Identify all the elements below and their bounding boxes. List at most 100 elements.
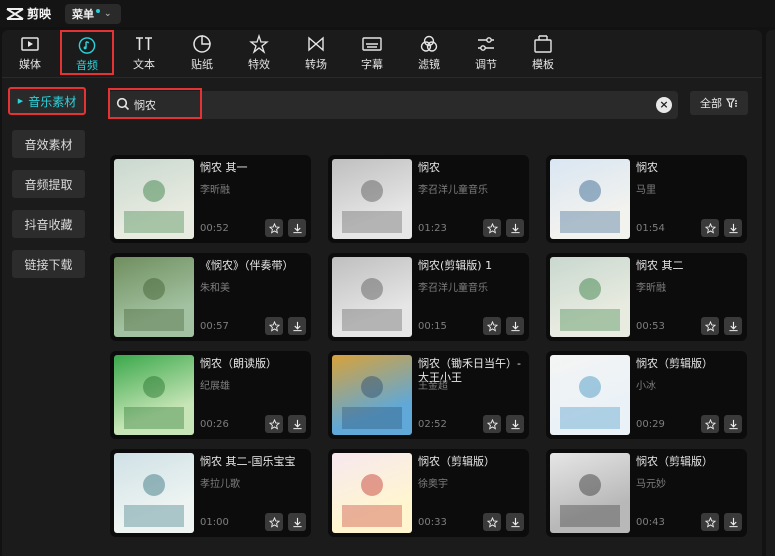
download-icon — [510, 321, 520, 331]
favorite-button[interactable] — [483, 317, 501, 335]
album-cover — [332, 355, 412, 435]
download-button[interactable] — [288, 317, 306, 335]
clear-search-icon[interactable]: × — [656, 97, 672, 113]
cover-art-image — [124, 474, 184, 527]
track-artist: 纪展雄 — [200, 381, 230, 392]
sidebar-item-audio-extract[interactable]: 音频提取 — [12, 170, 85, 198]
star-icon — [486, 418, 498, 430]
tab-transition[interactable]: 转场 — [292, 30, 340, 75]
search-input[interactable] — [134, 96, 634, 114]
favorite-button[interactable] — [701, 317, 719, 335]
tab-caption[interactable]: 字幕 — [348, 30, 396, 75]
tab-media[interactable]: 媒体 — [6, 30, 54, 75]
download-button[interactable] — [724, 513, 742, 531]
track-title: 悯农 其一 — [200, 161, 248, 174]
track-duration: 01:54 — [636, 223, 665, 234]
download-icon — [292, 223, 302, 233]
result-card[interactable]: 悯农（剪辑版） 小冰 00:29 — [546, 351, 747, 439]
favorite-button[interactable] — [701, 415, 719, 433]
favorite-button[interactable] — [265, 219, 283, 237]
result-card[interactable]: 悯农 马里 01:54 — [546, 155, 747, 243]
star-icon — [704, 418, 716, 430]
download-button[interactable] — [506, 317, 524, 335]
track-duration: 00:52 — [200, 223, 229, 234]
filter-button[interactable]: 全部 — [690, 91, 748, 115]
result-card[interactable]: 悯农 李召洋儿童音乐 01:23 — [328, 155, 529, 243]
download-button[interactable] — [724, 219, 742, 237]
download-icon — [510, 517, 520, 527]
result-card[interactable]: 《悯农》（伴奏带） 朱和美 00:57 — [110, 253, 311, 341]
download-button[interactable] — [724, 415, 742, 433]
tab-label: 调节 — [475, 58, 497, 71]
favorite-button[interactable] — [265, 513, 283, 531]
download-button[interactable] — [288, 219, 306, 237]
tab-text[interactable]: 文本 — [120, 30, 168, 75]
favorite-button[interactable] — [701, 513, 719, 531]
album-cover — [550, 257, 630, 337]
favorite-button[interactable] — [265, 317, 283, 335]
star-icon — [268, 222, 280, 234]
cover-art-image — [342, 278, 402, 331]
sidebar-item-douyin-favorites[interactable]: 抖音收藏 — [12, 210, 85, 238]
tab-audio[interactable]: 音频 — [60, 30, 114, 75]
track-artist: 孝拉儿歌 — [200, 479, 240, 490]
album-cover — [114, 159, 194, 239]
result-card[interactable]: 悯农 其一 李昕融 00:52 — [110, 155, 311, 243]
tab-template[interactable]: 模板 — [519, 30, 567, 75]
result-card[interactable]: 悯农 其二 李昕融 00:53 — [546, 253, 747, 341]
star-icon — [486, 516, 498, 528]
favorite-button[interactable] — [483, 513, 501, 531]
album-cover — [332, 159, 412, 239]
tab-effects[interactable]: 特效 — [235, 30, 283, 75]
download-button[interactable] — [724, 317, 742, 335]
download-button[interactable] — [288, 513, 306, 531]
download-button[interactable] — [288, 415, 306, 433]
track-title: 悯农 — [418, 161, 440, 174]
download-button[interactable] — [506, 219, 524, 237]
tab-label: 字幕 — [361, 58, 383, 71]
tab-label: 模板 — [532, 58, 554, 71]
track-duration: 01:00 — [200, 517, 229, 528]
sticker-icon — [193, 35, 211, 53]
download-icon — [292, 321, 302, 331]
track-title: 悯农（剪辑版） — [636, 357, 713, 370]
cover-art-image — [560, 474, 620, 527]
favorite-button[interactable] — [483, 219, 501, 237]
result-card[interactable]: 悯农 其二-国乐宝宝 孝拉儿歌 01:00 — [110, 449, 311, 537]
sidebar-item-link-download[interactable]: 链接下载 — [12, 250, 85, 278]
sidebar-item-label: 链接下载 — [24, 257, 73, 272]
menu-button[interactable]: 菜单 ⌄ — [65, 3, 122, 24]
result-card[interactable]: 悯农(剪辑版) 1 李召洋儿童音乐 00:15 — [328, 253, 529, 341]
result-card[interactable]: 悯农（剪辑版） 徐奥宇 00:33 — [328, 449, 529, 537]
download-button[interactable] — [506, 513, 524, 531]
tab-label: 滤镜 — [418, 58, 440, 71]
tab-filter[interactable]: 滤镜 — [405, 30, 453, 75]
result-card[interactable]: 悯农（锄禾日当午）-大王小王 王金超 02:52 — [328, 351, 529, 439]
app-name: 剪映 — [27, 7, 52, 21]
result-card[interactable]: 悯农（剪辑版） 马元妙 00:43 — [546, 449, 747, 537]
track-title: 悯农(剪辑版) 1 — [418, 259, 493, 272]
sidebar-item-label: 音乐素材 — [28, 94, 77, 109]
sidebar-item-label: 音效素材 — [24, 137, 73, 152]
star-icon — [486, 222, 498, 234]
star-icon — [704, 320, 716, 332]
track-artist: 徐奥宇 — [418, 479, 448, 490]
cover-art-image — [342, 180, 402, 233]
effects-icon — [249, 34, 269, 54]
track-artist: 小冰 — [636, 381, 656, 392]
download-button[interactable] — [506, 415, 524, 433]
notification-dot — [96, 8, 101, 13]
tab-sticker[interactable]: 贴纸 — [178, 30, 226, 75]
favorite-button[interactable] — [483, 415, 501, 433]
track-artist: 李召洋儿童音乐 — [418, 185, 488, 196]
result-card[interactable]: 悯农（朗读版） 纪展雄 00:26 — [110, 351, 311, 439]
tab-adjust[interactable]: 调节 — [462, 30, 510, 75]
sidebar-item-music[interactable]: ▶ 音乐素材 — [8, 87, 86, 115]
favorite-button[interactable] — [265, 415, 283, 433]
favorite-button[interactable] — [701, 219, 719, 237]
audio-icon — [78, 37, 96, 54]
sidebar-item-sound-effects[interactable]: 音效素材 — [12, 130, 85, 158]
track-artist: 李昕融 — [636, 283, 666, 294]
download-icon — [728, 321, 738, 331]
star-icon — [268, 516, 280, 528]
